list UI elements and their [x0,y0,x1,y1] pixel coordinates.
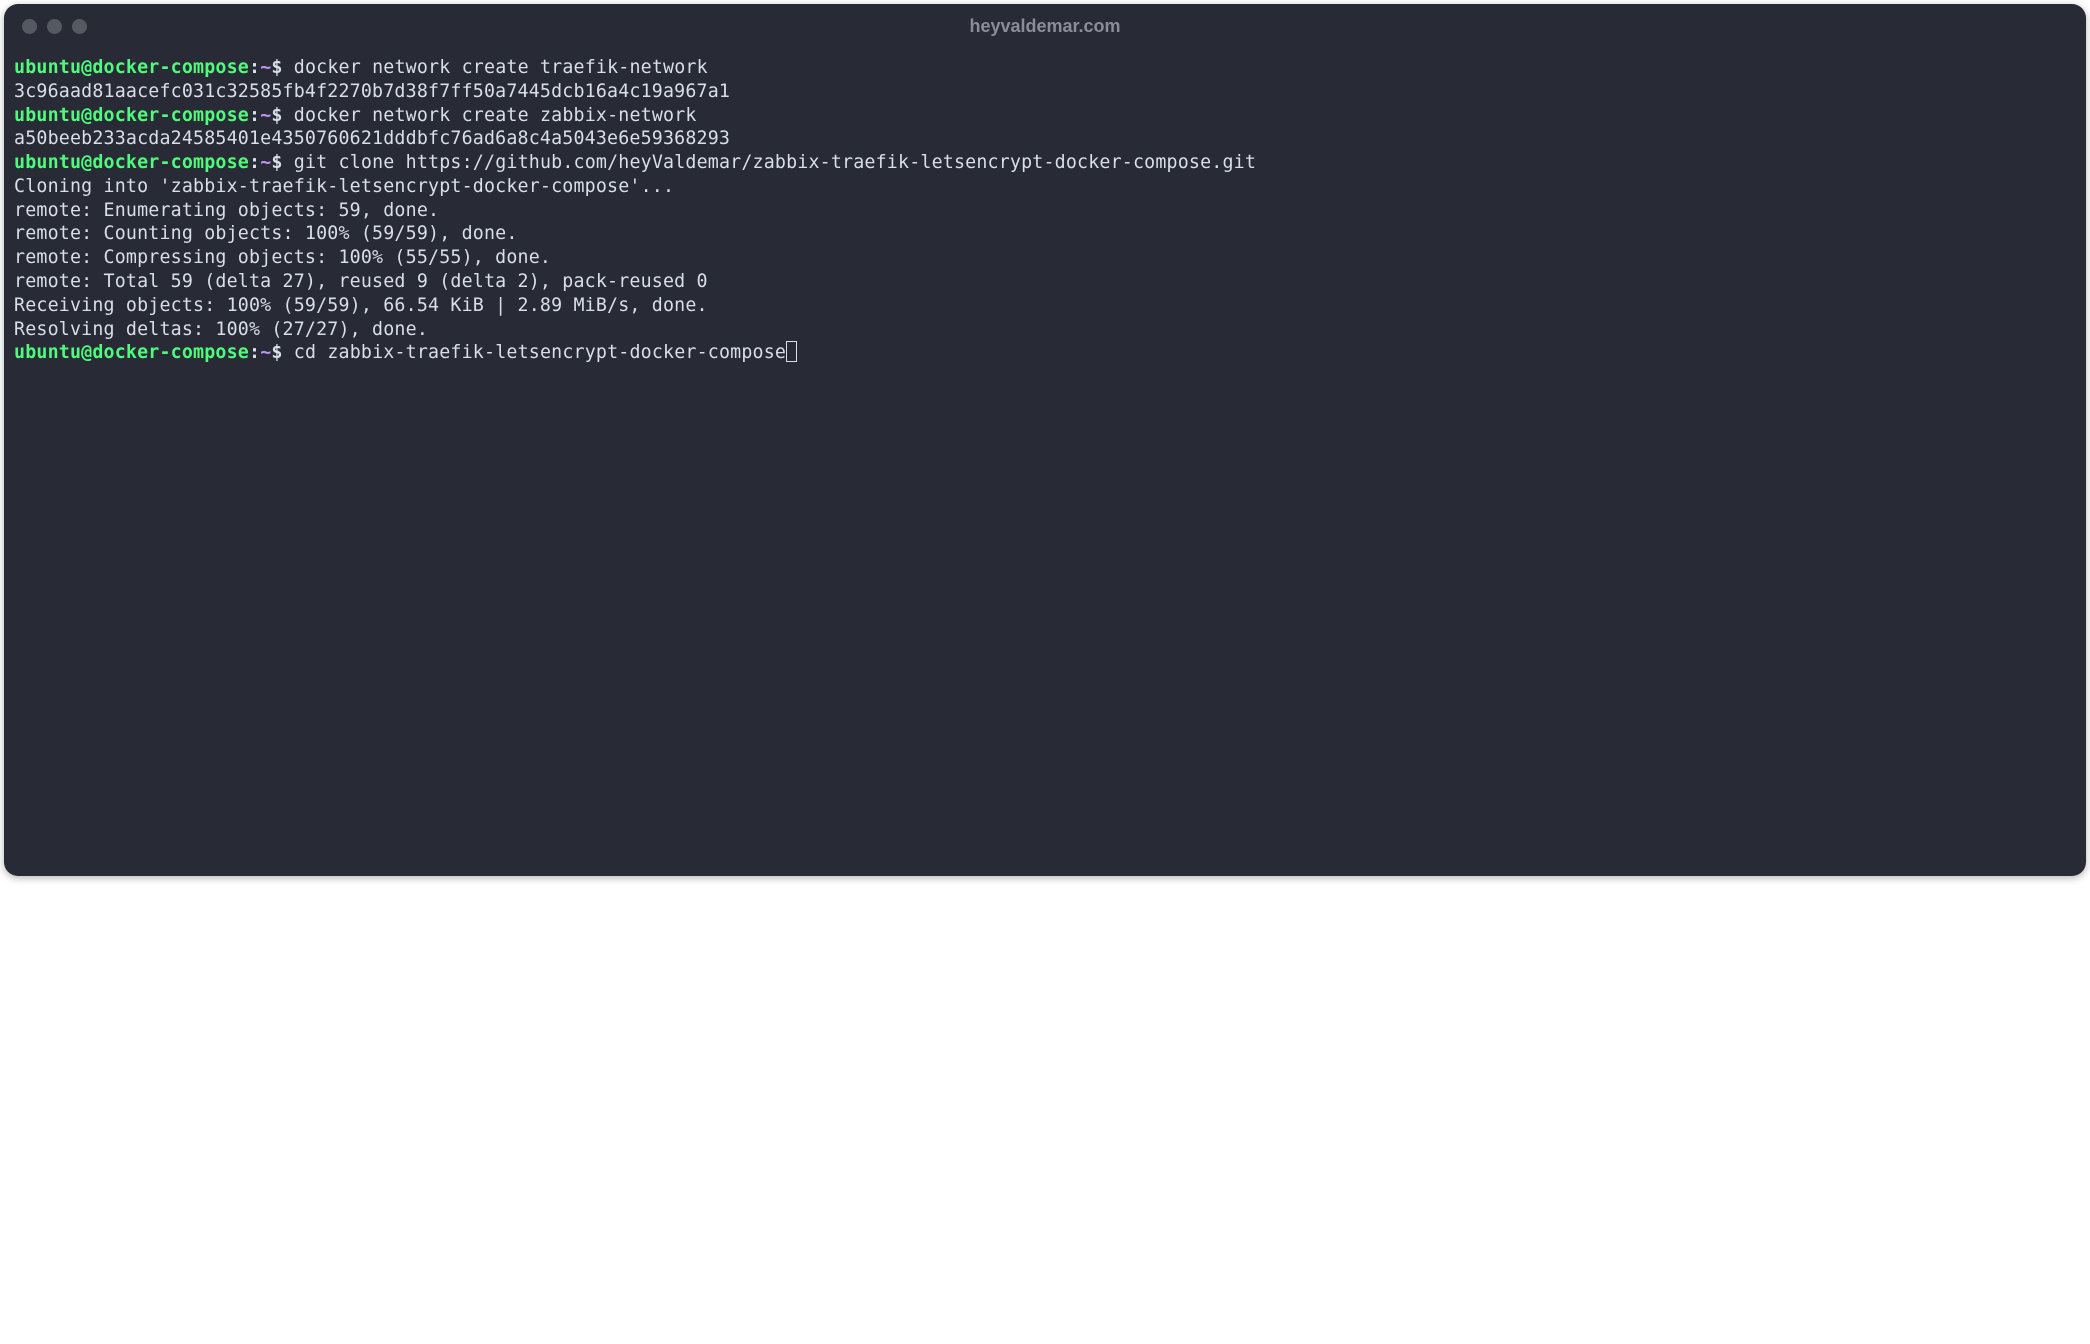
prompt-path: ~ [260,57,271,78]
output-line: Receiving objects: 100% (59/59), 66.54 K… [14,294,2076,318]
prompt-user-host: ubuntu@docker-compose [14,57,249,78]
command-text: git clone https://github.com/heyValdemar… [294,152,1256,173]
prompt-user-host: ubuntu@docker-compose [14,152,249,173]
close-icon[interactable] [22,19,37,34]
output-text: a50beeb233acda24585401e4350760621dddbfc7… [14,128,730,149]
output-text: remote: Enumerating objects: 59, done. [14,200,439,221]
prompt-path: ~ [260,342,271,363]
output-text: 3c96aad81aacefc031c32585fb4f2270b7d38f7f… [14,81,730,102]
output-line: a50beeb233acda24585401e4350760621dddbfc7… [14,127,2076,151]
output-line: 3c96aad81aacefc031c32585fb4f2270b7d38f7f… [14,80,2076,104]
prompt-path: ~ [260,105,271,126]
prompt-symbol: $ [271,57,293,78]
command-text: cd zabbix-traefik-letsencrypt-docker-com… [294,342,786,363]
prompt-separator: : [249,152,260,173]
output-line: remote: Counting objects: 100% (59/59), … [14,222,2076,246]
output-line: Resolving deltas: 100% (27/27), done. [14,318,2076,342]
output-text: remote: Counting objects: 100% (59/59), … [14,223,518,244]
prompt-user-host: ubuntu@docker-compose [14,342,249,363]
titlebar: heyvaldemar.com [4,4,2086,48]
prompt-separator: : [249,57,260,78]
prompt-path: ~ [260,152,271,173]
output-text: Receiving objects: 100% (59/59), 66.54 K… [14,295,708,316]
prompt-symbol: $ [271,105,293,126]
command-text: docker network create traefik-network [294,57,708,78]
command-line: ubuntu@docker-compose:~$ docker network … [14,104,2076,128]
window-controls [22,19,87,34]
command-line: ubuntu@docker-compose:~$ cd zabbix-traef… [14,341,2076,365]
output-text: Resolving deltas: 100% (27/27), done. [14,319,428,340]
prompt-separator: : [249,342,260,363]
output-text: Cloning into 'zabbix-traefik-letsencrypt… [14,176,674,197]
output-line: remote: Enumerating objects: 59, done. [14,199,2076,223]
output-line: Cloning into 'zabbix-traefik-letsencrypt… [14,175,2076,199]
output-text: remote: Compressing objects: 100% (55/55… [14,247,551,268]
prompt-symbol: $ [271,342,293,363]
terminal-output[interactable]: ubuntu@docker-compose:~$ docker network … [4,48,2086,876]
prompt-separator: : [249,105,260,126]
command-text: docker network create zabbix-network [294,105,697,126]
minimize-icon[interactable] [47,19,62,34]
command-line: ubuntu@docker-compose:~$ git clone https… [14,151,2076,175]
command-line: ubuntu@docker-compose:~$ docker network … [14,56,2076,80]
output-text: remote: Total 59 (delta 27), reused 9 (d… [14,271,708,292]
maximize-icon[interactable] [72,19,87,34]
output-line: remote: Compressing objects: 100% (55/55… [14,246,2076,270]
cursor-icon [786,341,797,362]
output-line: remote: Total 59 (delta 27), reused 9 (d… [14,270,2076,294]
prompt-user-host: ubuntu@docker-compose [14,105,249,126]
prompt-symbol: $ [271,152,293,173]
window-title: heyvaldemar.com [969,16,1120,37]
terminal-window: heyvaldemar.com ubuntu@docker-compose:~$… [4,4,2086,876]
